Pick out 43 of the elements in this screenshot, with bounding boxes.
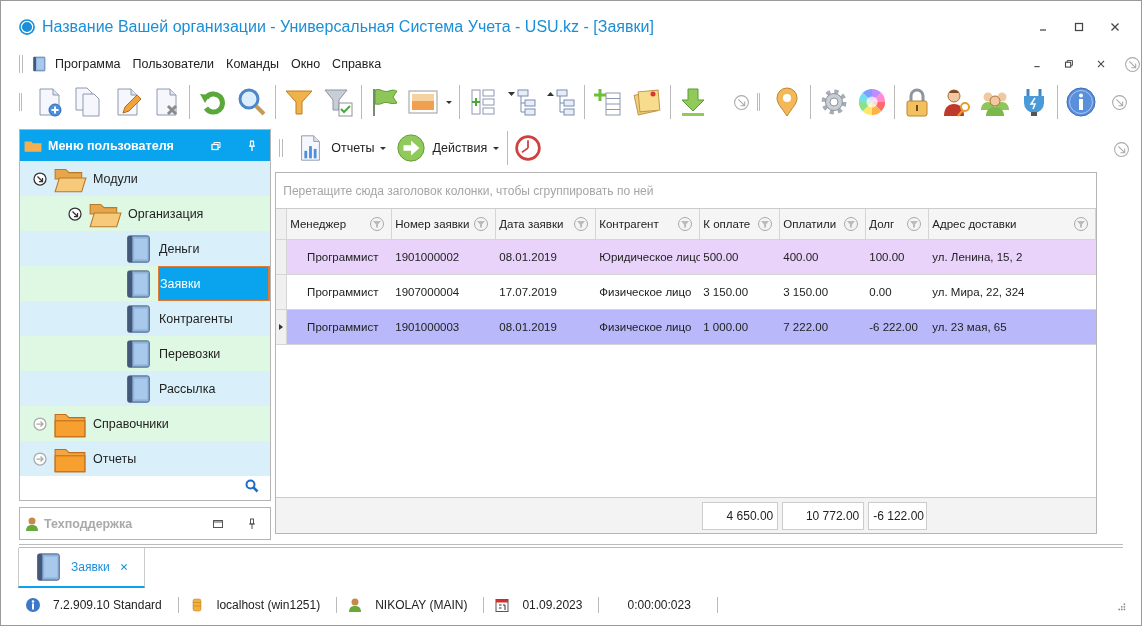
table-cell: 1901000003: [392, 310, 497, 345]
status-text: 7.2.909.10 Standard: [53, 598, 162, 612]
table-cell: Программист: [287, 240, 393, 275]
hint-text: Перетащите сюда заголовок колонки, чтобы сгруппировать по ней: [283, 183, 654, 198]
column-header[interactable]: Оплатили: [780, 209, 867, 240]
table-cell: 08.01.2019: [496, 310, 597, 345]
total-field: -6 122.00: [868, 501, 928, 530]
table-cell: 1901000002: [392, 240, 497, 275]
panel-title: Меню пользователя: [48, 138, 175, 153]
menu-item[interactable]: Программа: [51, 57, 125, 71]
panel-title: Техподдержка: [44, 516, 134, 531]
column-header[interactable]: Долг: [866, 209, 930, 240]
table-cell: 100.00: [866, 240, 930, 275]
total-field: 10 772.00: [782, 501, 865, 530]
table-cell: 08.01.2019: [496, 240, 597, 275]
menu-item[interactable]: Справка: [328, 57, 386, 71]
document-tab[interactable]: Заявки: [18, 548, 145, 588]
actions-button[interactable]: Действия: [394, 131, 502, 165]
column-header[interactable]: Контрагент: [596, 209, 701, 240]
menu-item[interactable]: Пользователи: [128, 57, 219, 71]
column-header[interactable]: Номер заявки: [392, 209, 497, 240]
status-text: localhost (win1251): [216, 598, 321, 612]
table-cell: Программист: [287, 310, 393, 345]
total-field: 4 650.00: [702, 501, 779, 530]
table-cell: ул. 23 мая, 65: [929, 310, 1097, 345]
table-cell: -6 222.00: [866, 310, 930, 345]
status-text: NIKOLAY (MAIN): [375, 598, 468, 612]
menu-item[interactable]: Команды: [222, 57, 284, 71]
table-cell: 1 000.00: [700, 310, 781, 345]
window-title: Название Вашей организации - Универсальная Система Учета - USU.kz - [Заявки]: [42, 17, 655, 36]
column-header[interactable]: Менеджер: [287, 209, 393, 240]
table-cell: ул. Ленина, 15, 2: [929, 240, 1097, 275]
status-text: 0:00:00:023: [627, 598, 691, 612]
table-cell: 500.00: [700, 240, 781, 275]
status-text: 01.09.2023: [522, 598, 583, 612]
column-header[interactable]: Дата заявки: [496, 209, 597, 240]
column-header[interactable]: К оплате: [700, 209, 781, 240]
reports-button[interactable]: Отчеты: [293, 131, 389, 165]
table-cell: 7 222.00: [780, 310, 867, 345]
menu-item[interactable]: Окно: [287, 57, 325, 71]
column-header[interactable]: Адрес доставки: [929, 209, 1097, 240]
table-cell: Физическое лицо: [596, 310, 701, 345]
table-cell: 400.00: [780, 240, 867, 275]
